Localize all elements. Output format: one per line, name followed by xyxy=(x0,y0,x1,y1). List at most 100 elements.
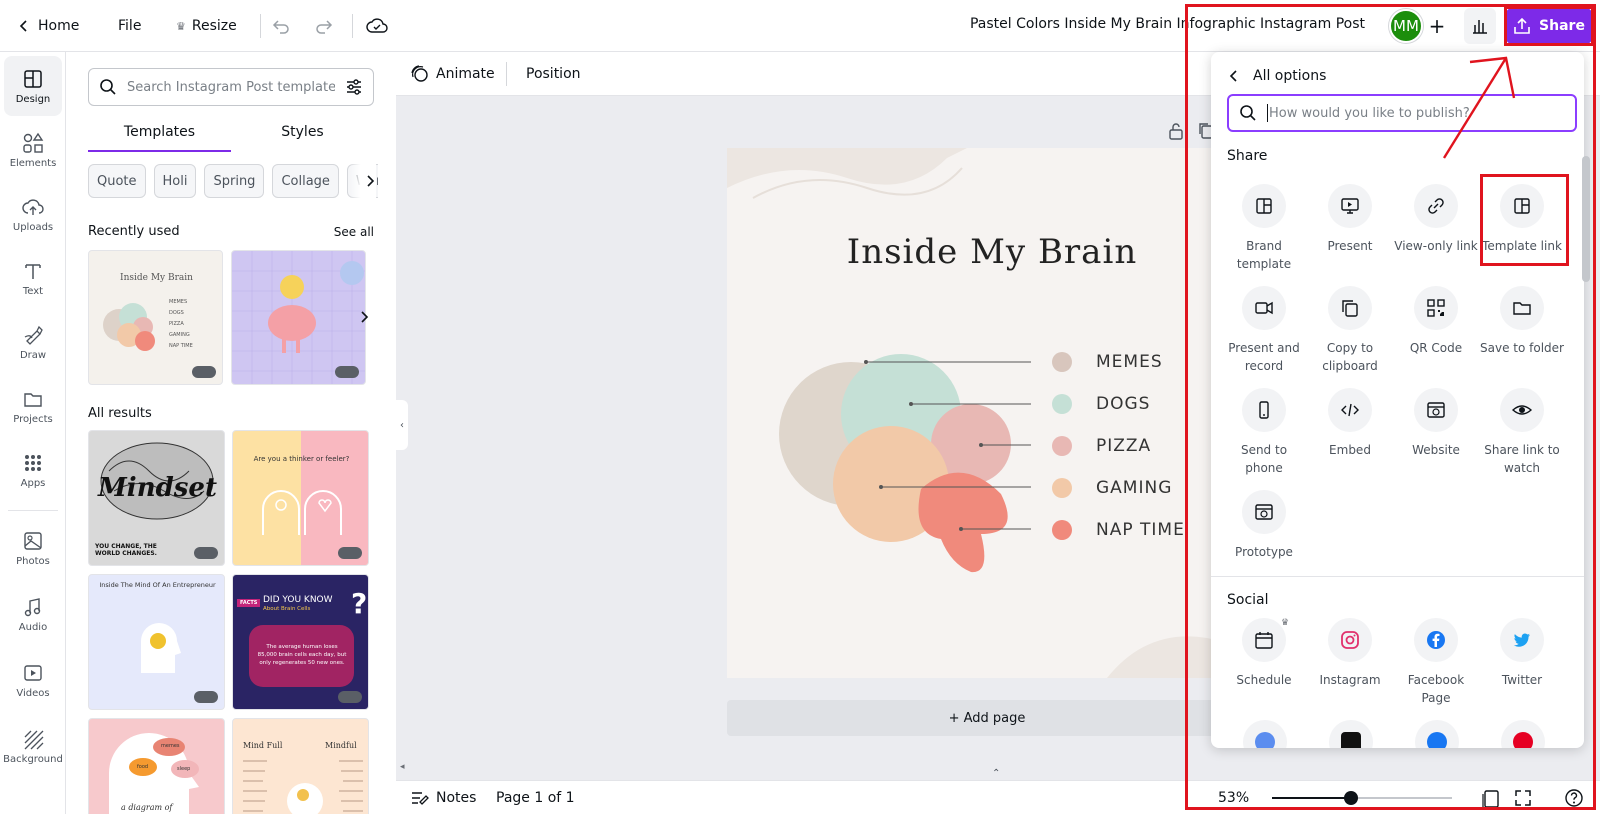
brain-illustration[interactable] xyxy=(771,344,1031,584)
legend-dot xyxy=(1052,478,1072,498)
add-page-button[interactable]: + Add page xyxy=(727,700,1247,736)
redo-button[interactable] xyxy=(314,12,334,40)
premium-badge xyxy=(194,547,218,559)
avatar[interactable]: MM xyxy=(1389,9,1423,43)
page-grid-icon[interactable] xyxy=(1482,789,1500,809)
help-icon[interactable] xyxy=(1564,788,1584,808)
option-brand-template[interactable]: Brand template xyxy=(1221,184,1307,273)
option-website[interactable]: Website xyxy=(1393,388,1479,459)
chevron-up-icon[interactable]: ⌃ xyxy=(992,768,1000,779)
legend-label: PIZZA xyxy=(1096,436,1152,456)
premium-badge xyxy=(338,691,362,703)
rail-label: Elements xyxy=(9,157,57,169)
option-twitter[interactable]: Twitter xyxy=(1479,618,1565,689)
add-collaborator-button[interactable]: + xyxy=(1425,14,1449,38)
result-template-mindset[interactable]: Mindset YOU CHANGE, THE WORLD CHANGES. xyxy=(88,430,225,566)
result-template-mindful[interactable]: Mind Full Mindful xyxy=(232,718,369,814)
option-present-and-record[interactable]: Present and record xyxy=(1221,286,1307,375)
rail-label: Videos xyxy=(16,687,50,699)
recent-template-inside-my-brain[interactable]: Inside My Brain MEMES DOGS PIZZA GAMING NAP … xyxy=(88,250,223,385)
page-title[interactable]: Inside My Brain xyxy=(727,232,1257,272)
chip-quote[interactable]: Quote xyxy=(88,164,146,198)
filter-icon[interactable] xyxy=(345,78,363,96)
website-icon xyxy=(1427,402,1445,418)
file-menu-button[interactable]: File xyxy=(118,12,141,40)
chip-holi[interactable]: Holi xyxy=(153,164,197,198)
recent-template-brain-lightbulb[interactable] xyxy=(231,250,366,385)
tab-styles[interactable]: Styles xyxy=(231,118,374,152)
option-partial[interactable] xyxy=(1329,720,1373,748)
option-schedule[interactable]: Schedule xyxy=(1221,618,1307,689)
animate-icon xyxy=(411,65,428,82)
recently-used-heading: Recently used xyxy=(88,224,180,239)
scrollbar-thumb[interactable] xyxy=(1582,156,1590,282)
phone-icon xyxy=(1259,401,1269,419)
option-template-link[interactable]: Template link xyxy=(1479,184,1565,255)
insights-button[interactable] xyxy=(1464,8,1496,44)
layout-icon xyxy=(24,69,42,88)
option-prototype[interactable]: Prototype xyxy=(1221,490,1307,561)
option-facebook-page[interactable]: Facebook Page xyxy=(1393,618,1479,707)
rail-item-elements[interactable]: Elements xyxy=(4,120,62,180)
home-button[interactable]: Home xyxy=(16,12,79,40)
option-send-to-phone[interactable]: Send to phone xyxy=(1221,388,1307,477)
premium-badge xyxy=(338,547,362,559)
option-embed[interactable]: Embed xyxy=(1307,388,1393,459)
tab-templates[interactable]: Templates xyxy=(88,118,231,152)
option-partial[interactable] xyxy=(1415,720,1459,748)
code-icon xyxy=(1341,403,1359,417)
page-indicator[interactable]: Page 1 of 1 xyxy=(496,784,575,812)
back-to-all-options[interactable]: All options xyxy=(1227,62,1326,90)
rail-item-background[interactable]: Background xyxy=(3,716,63,776)
option-label: Save to folder xyxy=(1480,341,1564,355)
option-copy-to-clipboard[interactable]: Copy to clipboard xyxy=(1307,286,1393,375)
position-button[interactable]: Position xyxy=(526,60,581,88)
share-menu-scrollbar[interactable] xyxy=(1580,60,1590,746)
result-template-brain-facts[interactable]: FACTS DID YOU KNOW About Brain Cells ? T… xyxy=(232,574,369,710)
animate-button[interactable]: Animate xyxy=(410,60,495,88)
option-save-to-folder[interactable]: Save to folder xyxy=(1479,286,1565,357)
rail-item-videos[interactable]: Videos xyxy=(4,650,62,710)
zoom-value[interactable]: 53% xyxy=(1218,784,1249,812)
save-status-button[interactable] xyxy=(366,12,388,40)
zoom-slider-handle[interactable] xyxy=(1344,791,1359,805)
chevron-right-icon[interactable] xyxy=(358,310,370,324)
design-page[interactable]: Inside My Brain MEMES DOGS PIZZA GAMING … xyxy=(727,148,1257,678)
horizontal-scrollbar[interactable]: ◂ xyxy=(400,762,1580,774)
document-title[interactable]: Pastel Colors Inside My Brain Infographi… xyxy=(970,16,1365,32)
rail-item-audio[interactable]: Audio xyxy=(4,584,62,644)
option-qr-code[interactable]: QR Code xyxy=(1393,286,1479,357)
notes-button[interactable]: Notes xyxy=(410,784,476,812)
rail-label: Photos xyxy=(16,555,50,567)
rail-item-projects[interactable]: Projects xyxy=(4,376,62,436)
chip-collage[interactable]: Collage xyxy=(272,164,339,198)
fullscreen-icon[interactable] xyxy=(1514,789,1532,807)
rail-item-design[interactable]: Design xyxy=(4,56,62,116)
template-search-input[interactable]: Search Instagram Post templates xyxy=(88,68,374,106)
rail-item-apps[interactable]: Apps xyxy=(4,440,62,500)
option-share-link-to-watch[interactable]: Share link to watch xyxy=(1479,388,1565,477)
option-instagram[interactable]: Instagram xyxy=(1307,618,1393,689)
result-template-brain-diagram[interactable]: memes food sleep a diagram of xyxy=(88,718,225,814)
rail-item-draw[interactable]: Draw xyxy=(4,312,62,372)
lock-icon[interactable] xyxy=(1168,122,1184,140)
rail-item-text[interactable]: Text xyxy=(4,248,62,308)
see-all-link[interactable]: See all xyxy=(334,225,374,239)
option-view-only-link[interactable]: View-only link xyxy=(1393,184,1479,255)
publish-search-input[interactable]: How would you like to publish? xyxy=(1227,94,1577,132)
rail-item-uploads[interactable]: Uploads xyxy=(4,184,62,244)
result-template-thinker-feeler[interactable]: Are you a thinker or feeler? xyxy=(232,430,369,566)
resize-button[interactable]: ♛ Resize xyxy=(176,12,237,40)
rail-item-photos[interactable]: Photos xyxy=(4,518,62,578)
zoom-slider[interactable] xyxy=(1272,791,1452,805)
option-partial[interactable] xyxy=(1243,720,1287,748)
undo-button[interactable] xyxy=(271,12,291,40)
share-button[interactable]: Share xyxy=(1506,8,1592,44)
panel-collapse-button[interactable]: ‹ xyxy=(396,400,408,450)
chip-spring[interactable]: Spring xyxy=(204,164,265,198)
chips-scroll-right[interactable] xyxy=(350,164,376,198)
share-menu: All options How would you like to publis… xyxy=(1211,52,1584,748)
result-template-entrepreneur[interactable]: Inside The Mind Of An Entrepreneur xyxy=(88,574,225,710)
option-present[interactable]: Present xyxy=(1307,184,1393,255)
option-partial[interactable] xyxy=(1501,720,1545,748)
